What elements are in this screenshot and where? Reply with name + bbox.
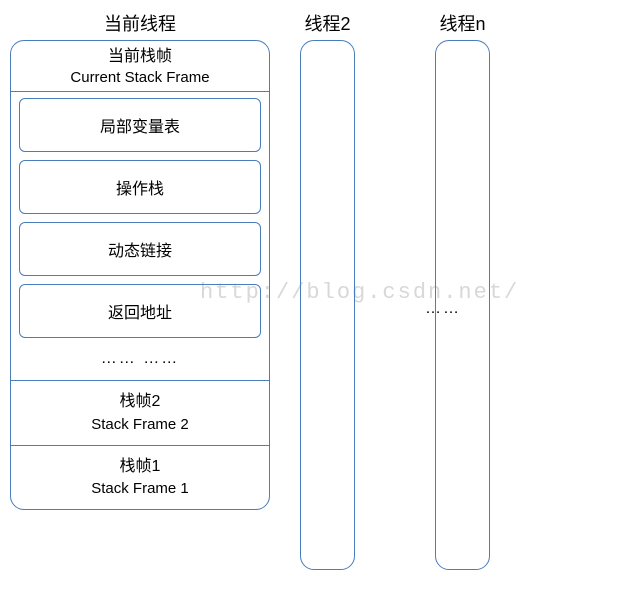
current-frame-title-cn: 当前栈帧 <box>15 47 265 68</box>
thread-n-label: 线程n <box>439 10 485 36</box>
thread-n-column: 线程n <box>435 10 490 570</box>
thread-2-label: 线程2 <box>304 10 350 36</box>
operand-stack: 操作栈 <box>19 160 261 214</box>
thread-2-column: 线程2 <box>300 10 355 570</box>
current-frame-title-en: Current Stack Frame <box>15 68 265 88</box>
current-thread-column: 当前线程 当前栈帧 Current Stack Frame 局部变量表 操作栈 … <box>10 10 270 510</box>
return-address: 返回地址 <box>19 284 261 338</box>
current-stack-frame-header: 当前栈帧 Current Stack Frame <box>11 41 269 91</box>
dynamic-linking: 动态链接 <box>19 222 261 276</box>
current-thread-label: 当前线程 <box>104 10 176 36</box>
stack-frame-2: 栈帧2 Stack Frame 2 <box>11 380 269 444</box>
stack-frame-1-cn: 栈帧1 <box>15 456 265 478</box>
threads-ellipsis: …… <box>425 300 461 318</box>
stack-frame-2-en: Stack Frame 2 <box>15 414 265 435</box>
current-thread-stack: 当前栈帧 Current Stack Frame 局部变量表 操作栈 动态链接 … <box>10 40 270 510</box>
stack-frame-2-cn: 栈帧2 <box>15 391 265 413</box>
current-frame-contents: 局部变量表 操作栈 动态链接 返回地址 …… …… <box>11 91 269 380</box>
spacer-label <box>402 10 407 31</box>
thread-2-stack <box>300 40 355 570</box>
local-variable-table: 局部变量表 <box>19 98 261 152</box>
stack-frame-1-en: Stack Frame 1 <box>15 478 265 499</box>
frame-contents-ellipsis: …… …… <box>19 346 261 374</box>
stack-frame-1: 栈帧1 Stack Frame 1 <box>11 445 269 509</box>
diagram-row: 当前线程 当前栈帧 Current Stack Frame 局部变量表 操作栈 … <box>10 10 619 570</box>
spacer-column <box>375 10 435 35</box>
